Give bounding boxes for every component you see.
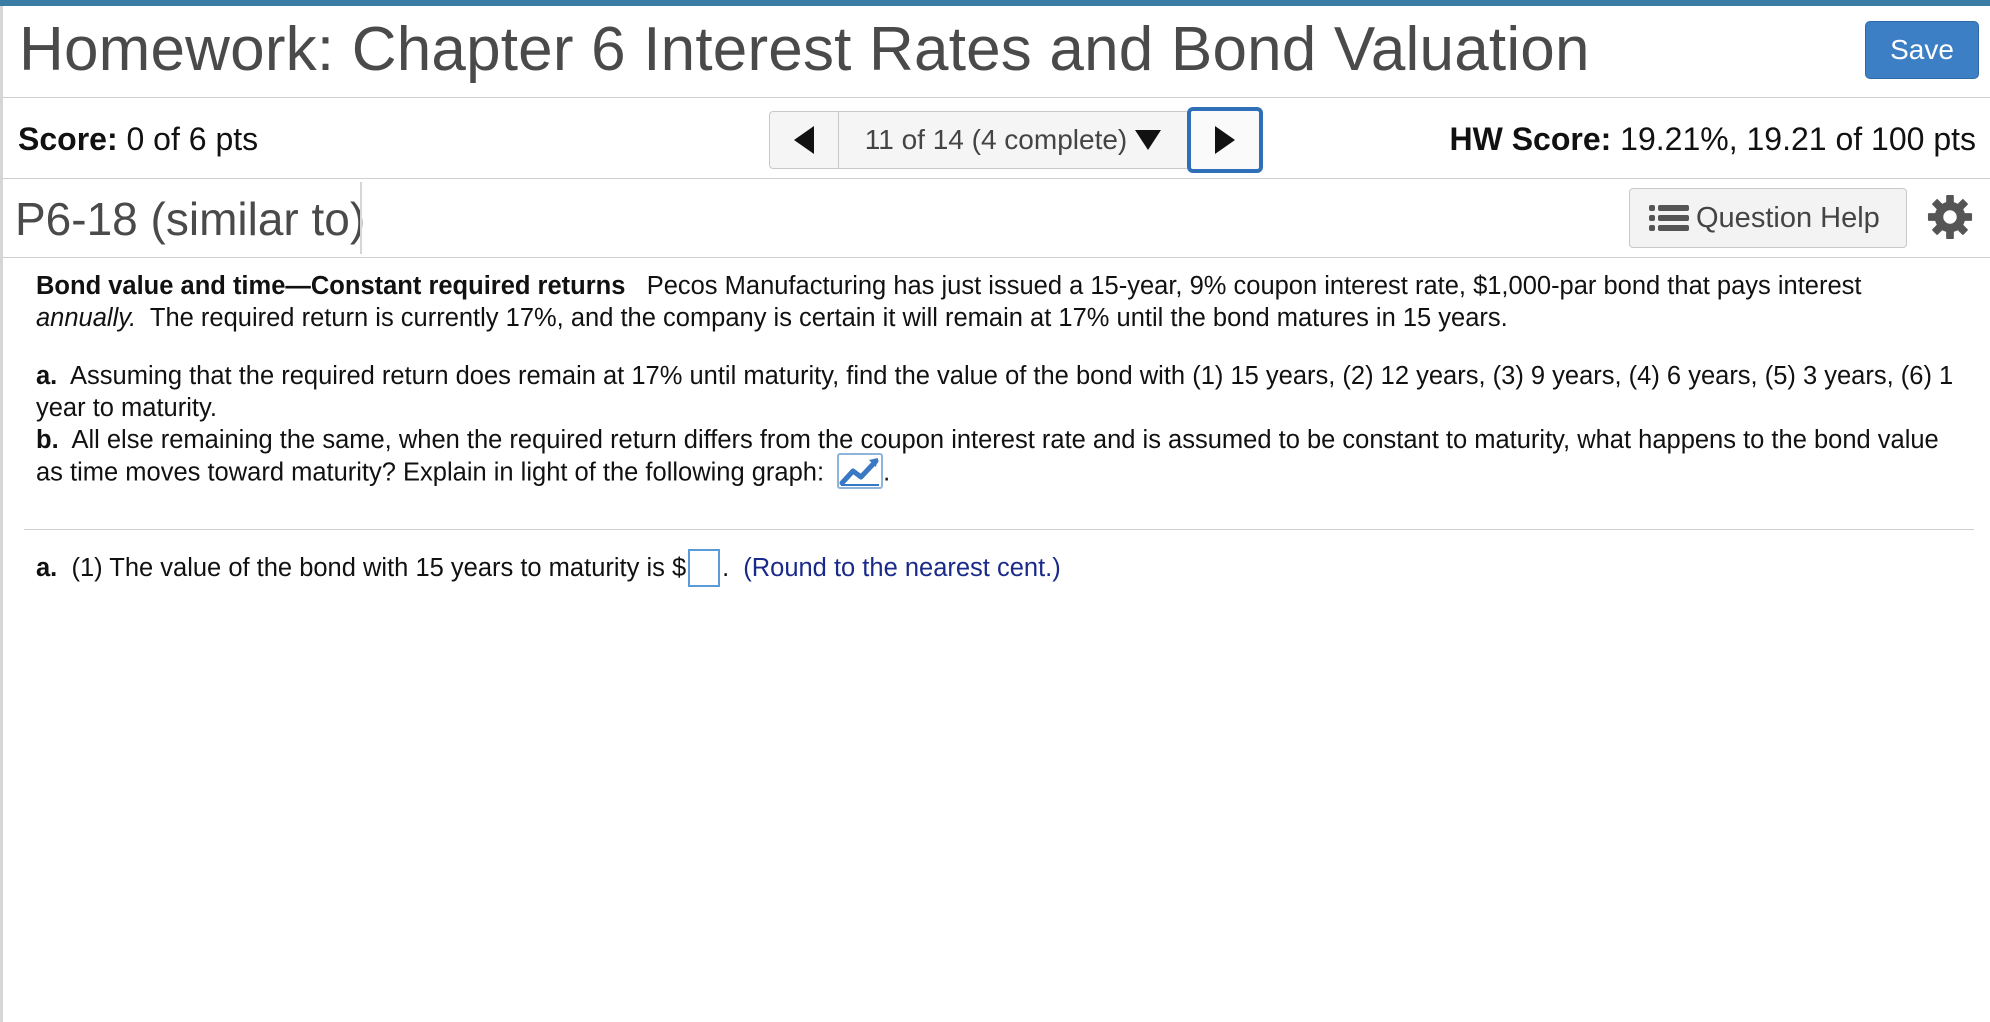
line-chart-icon[interactable] [837, 453, 884, 489]
problem-heading: Bond value and time—Constant required re… [36, 272, 626, 300]
part-a: a. Assuming that the required return doe… [36, 360, 1966, 424]
next-question-button[interactable] [1187, 107, 1263, 173]
triangle-left-icon [794, 126, 814, 154]
part-a-text: Assuming that the required return does r… [36, 362, 1954, 422]
page-title: Homework: Chapter 6 Interest Rates and B… [19, 15, 1590, 84]
part-b: b. All else remaining the same, when the… [36, 424, 1966, 492]
save-button[interactable]: Save [1865, 21, 1979, 79]
problem-intro-italic: annually. [36, 304, 137, 332]
score: Score: 0 of 6 pts [18, 121, 258, 158]
answer-label: a. [36, 554, 58, 582]
part-b-label: b. [36, 426, 59, 454]
answer-period: . [722, 554, 730, 582]
question-id: P6-18 (similar to) [15, 193, 366, 245]
question-header: P6-18 (similar to) Question Help [3, 180, 1990, 258]
part-b-end: . [883, 458, 891, 487]
bond-value-input[interactable] [688, 549, 721, 587]
problem-intro-rest: The required return is currently 17%, an… [149, 304, 1508, 332]
part-b-text: All else remaining the same, when the re… [36, 426, 1939, 487]
score-bar: Score: 0 of 6 pts 11 of 14 (4 complete) … [3, 99, 1990, 179]
gear-icon[interactable] [1927, 194, 1973, 240]
problem-intro: Bond value and time—Constant required re… [36, 270, 1966, 334]
problem-intro-text: Pecos Manufacturing has just issued a 15… [646, 272, 1862, 300]
section-divider [24, 529, 1974, 530]
list-icon [1649, 205, 1689, 231]
hw-score-value: 19.21%, 19.21 of 100 pts [1620, 121, 1976, 157]
question-select[interactable]: 11 of 14 (4 complete) [839, 111, 1187, 169]
answer-row: a. (1) The value of the bond with 15 yea… [36, 549, 1061, 587]
question-help-button[interactable]: Question Help [1629, 188, 1907, 248]
divider [360, 182, 362, 254]
hw-score: HW Score: 19.21%, 19.21 of 100 pts [1449, 121, 1976, 158]
question-help-label: Question Help [1696, 201, 1880, 234]
caret-down-icon [1135, 130, 1162, 150]
part-a-label: a. [36, 362, 58, 390]
triangle-right-icon [1215, 126, 1235, 154]
previous-question-button[interactable] [769, 111, 839, 169]
question-navigator: 11 of 14 (4 complete) [769, 107, 1263, 173]
score-label: Score: [18, 121, 118, 157]
score-value: 0 of 6 pts [126, 121, 259, 157]
hw-score-label: HW Score: [1449, 121, 1612, 157]
answer-prompt: (1) The value of the bond with 15 years … [71, 554, 687, 582]
rounding-hint: (Round to the nearest cent.) [743, 554, 1061, 582]
page-header: Homework: Chapter 6 Interest Rates and B… [3, 6, 1990, 98]
problem-statement: Bond value and time—Constant required re… [36, 270, 1966, 492]
question-position: 11 of 14 (4 complete) [864, 124, 1128, 155]
